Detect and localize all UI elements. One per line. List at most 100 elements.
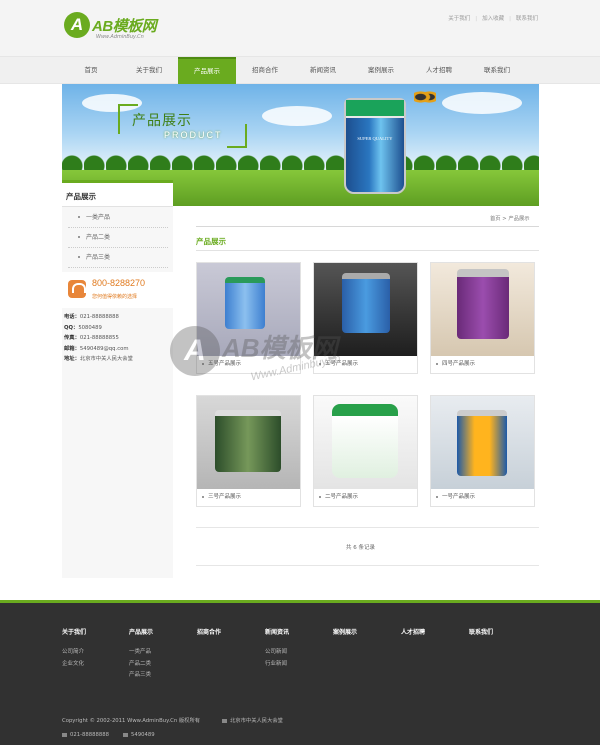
butterfly-image — [414, 88, 436, 106]
toplink-about[interactable]: 关于我们 — [448, 16, 470, 22]
sidebar-item[interactable]: 一类产品 — [68, 208, 168, 228]
contact-info: 电话：021-88888888 QQ：5080489 传真：021-888888… — [64, 312, 174, 365]
footer-link[interactable]: 产品三类 — [129, 670, 189, 682]
bullet-icon — [78, 216, 80, 218]
contact-label: QQ： — [64, 324, 79, 331]
footer-column-title[interactable]: 新闻资讯 — [265, 627, 325, 636]
nav-item[interactable]: 招商合作 — [236, 57, 294, 84]
footer-tel-text: 021-88888888 — [70, 732, 109, 738]
sidebar-header: 产品展示 — [62, 180, 173, 207]
banner-title: 产品展示 — [132, 113, 192, 129]
hotline-box: 800-8288270 您何值得依赖的选择 — [62, 272, 173, 308]
sidebar-item-label: 一类产品 — [86, 214, 111, 221]
toplink-contact[interactable]: 联系我们 — [516, 16, 538, 22]
bullet-icon — [436, 495, 438, 498]
footer-link[interactable]: 公司简介 — [62, 647, 122, 659]
nav-item[interactable]: 产品展示 — [178, 57, 236, 84]
divider — [196, 250, 539, 251]
sidebar-item-label: 产品二类 — [86, 234, 111, 241]
hotline-caption: 您何值得依赖的选择 — [92, 294, 138, 300]
logo-mark: A — [64, 12, 90, 38]
bucket-label: SUPER QUALITY — [357, 136, 393, 141]
footer-link[interactable]: 产品二类 — [129, 659, 189, 671]
product-image[interactable] — [197, 396, 300, 489]
watermark-mark: A — [170, 326, 220, 376]
contact-label: 传真： — [64, 335, 80, 341]
fax-icon — [123, 732, 128, 737]
product-card[interactable]: 三号产品展示 — [196, 395, 301, 507]
banner-subtitle: PRODUCT — [164, 130, 223, 140]
contact-value: 北京市中关人民大会堂 — [79, 356, 133, 362]
toplink-favorite[interactable]: 加入收藏 — [482, 16, 504, 22]
footer-address: 北京市中关人民大会堂 — [222, 716, 283, 724]
footer-column: 招商合作 — [197, 627, 257, 647]
phone-icon — [62, 732, 67, 737]
nav-item[interactable]: 关于我们 — [120, 57, 178, 84]
contact-label: 地址： — [64, 356, 80, 362]
breadcrumb[interactable]: 首页 > 产品展示 — [490, 214, 530, 222]
footer-column-title[interactable]: 招商合作 — [197, 627, 257, 636]
page-title: 产品展示 — [196, 237, 226, 246]
sidebar: 产品展示 一类产品 产品二类 产品三类 800-8288270 您何值得依赖的选… — [62, 180, 173, 578]
product-image[interactable] — [431, 263, 534, 356]
paint-bucket-image — [457, 410, 507, 476]
bullet-icon — [78, 256, 80, 258]
sidebar-title: 产品展示 — [66, 192, 96, 201]
footer-column-title[interactable]: 人才招聘 — [401, 627, 461, 636]
footer-column: 关于我们公司简介 企业文化 — [62, 627, 122, 670]
footer-column-title[interactable]: 案例展示 — [333, 627, 393, 636]
product-card[interactable]: 一号产品展示 — [430, 395, 535, 507]
contact-value: 5080489 — [78, 324, 102, 331]
footer-column-title[interactable]: 产品展示 — [129, 627, 189, 636]
bucket-lid — [346, 100, 404, 118]
nav-item[interactable]: 人才招聘 — [410, 57, 468, 84]
footer-link[interactable]: 公司新闻 — [265, 647, 325, 659]
product-caption[interactable]: 一号产品展示 — [436, 492, 475, 500]
contact-row: 地址：北京市中关人民大会堂 — [64, 354, 174, 365]
nav-item[interactable]: 新闻资讯 — [294, 57, 352, 84]
contact-row: 邮箱：5490489@qq.com — [64, 344, 174, 355]
title-bracket — [227, 124, 247, 148]
footer-column-title[interactable]: 联系我们 — [469, 627, 529, 636]
divider — [196, 565, 539, 566]
footer-link[interactable]: 企业文化 — [62, 659, 122, 671]
product-card[interactable]: 二号产品展示 — [313, 395, 418, 507]
paint-bucket-image — [457, 269, 509, 339]
product-caption[interactable]: 三号产品展示 — [202, 492, 241, 500]
footer-link[interactable]: 一类产品 — [129, 647, 189, 659]
divider — [196, 527, 539, 528]
product-caption[interactable]: 二号产品展示 — [319, 492, 358, 500]
divider — [196, 226, 539, 227]
pager-text: 共 6 条记录 — [346, 545, 375, 551]
contact-value: 5490489@qq.com — [79, 345, 129, 352]
nav-item[interactable]: 案例展示 — [352, 57, 410, 84]
product-card[interactable]: 四号产品展示 — [430, 262, 535, 374]
contact-row: QQ：5080489 — [64, 323, 174, 334]
footer-column: 产品展示一类产品 产品二类 产品三类 — [129, 627, 189, 682]
product-name: 四号产品展示 — [442, 361, 476, 367]
bullet-icon — [436, 362, 438, 365]
product-name: 二号产品展示 — [325, 494, 359, 500]
nav-item[interactable]: 首页 — [62, 57, 120, 84]
hotline-number: 800-8288270 — [92, 278, 146, 288]
main-nav: 首页 关于我们 产品展示 招商合作 新闻资讯 案例展示 人才招聘 联系我们 — [0, 56, 600, 84]
contact-value: 021-88888888 — [79, 314, 119, 320]
paint-bucket-image: SUPER QUALITY — [344, 98, 406, 194]
logo[interactable]: A AB模板网 Www.AdminBuy.Cn — [64, 12, 174, 46]
location-icon — [222, 718, 227, 723]
bullet-icon — [78, 236, 80, 238]
product-image[interactable] — [314, 396, 417, 489]
bullet-icon — [319, 495, 321, 498]
footer-column: 案例展示 — [333, 627, 393, 647]
sidebar-item[interactable]: 产品三类 — [68, 248, 168, 268]
footer-link[interactable]: 行业新闻 — [265, 659, 325, 671]
nav-item[interactable]: 联系我们 — [468, 57, 526, 84]
footer-column: 新闻资讯公司新闻 行业新闻 — [265, 627, 325, 670]
footer-column-title[interactable]: 关于我们 — [62, 627, 122, 636]
product-image[interactable] — [431, 396, 534, 489]
sidebar-item[interactable]: 产品二类 — [68, 228, 168, 248]
contact-label: 邮箱： — [64, 345, 80, 352]
product-caption[interactable]: 四号产品展示 — [436, 359, 475, 367]
paint-bucket-image — [215, 410, 281, 472]
product-name: 一号产品展示 — [442, 494, 476, 500]
